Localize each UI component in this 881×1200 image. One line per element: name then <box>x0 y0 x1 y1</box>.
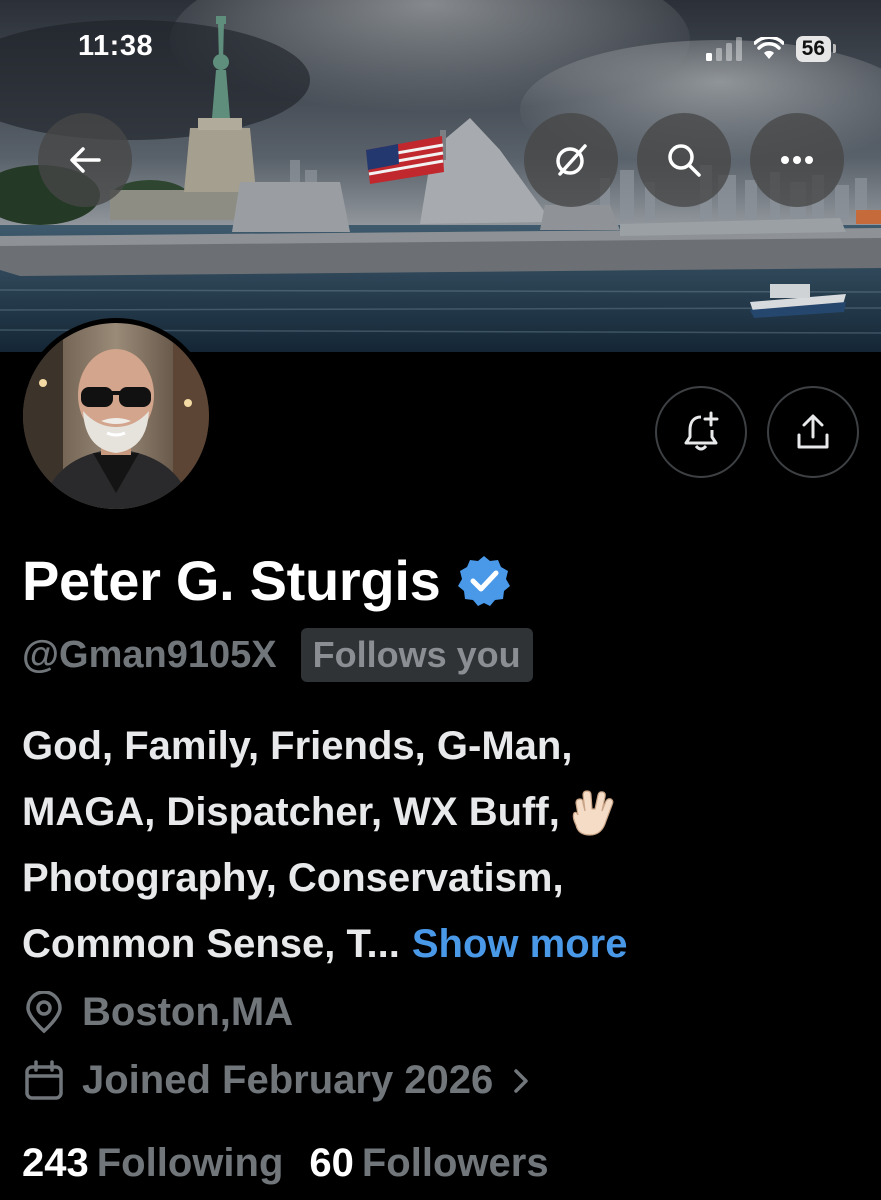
follows-you-badge: Follows you <box>300 628 533 682</box>
bio-line-with-more: Common Sense, T... Show more <box>22 911 872 977</box>
following-count: 243 <box>22 1141 89 1185</box>
signal-icon <box>705 37 742 61</box>
grok-icon <box>556 144 587 176</box>
bio-line: Photography, Conservatism, <box>22 856 564 900</box>
share-icon <box>797 414 829 449</box>
more-button[interactable] <box>750 113 844 207</box>
wifi-icon <box>753 37 784 59</box>
battery-indicator: 56 <box>795 36 837 62</box>
back-arrow-icon <box>70 147 101 173</box>
notify-button[interactable] <box>655 386 747 478</box>
bio-line: Common Sense, T... <box>22 922 400 966</box>
profile-handle: @Gman9105X <box>22 633 277 676</box>
search-icon <box>668 144 701 177</box>
profile-banner[interactable]: 11:38 56 <box>0 0 881 352</box>
status-indicators: 56 <box>705 36 837 62</box>
status-time: 11:38 <box>78 30 154 62</box>
following-stat[interactable]: 243 Following <box>22 1141 283 1186</box>
bio-line: MAGA, Dispatcher, WX Buff, <box>22 790 560 834</box>
profile-joined: Joined February 2026 <box>82 1058 494 1102</box>
followers-count: 60 <box>309 1141 354 1185</box>
bio-line-with-emoji: MAGA, Dispatcher, WX Buff, <box>22 779 872 845</box>
avatar-image <box>23 323 209 509</box>
grok-button[interactable] <box>524 113 618 207</box>
show-more-link[interactable]: Show more <box>412 922 628 966</box>
joined-row[interactable]: Joined February 2026 <box>22 1058 533 1103</box>
calendar-icon <box>25 1059 63 1100</box>
more-icon <box>781 156 813 164</box>
bio-line: God, Family, Friends, G-Man, <box>22 724 573 768</box>
profile-name: Peter G. Sturgis <box>22 549 441 612</box>
verified-badge-icon[interactable] <box>456 553 512 609</box>
avatar[interactable] <box>18 318 214 514</box>
profile-name-row: Peter G. Sturgis <box>22 548 512 613</box>
chevron-right-icon <box>514 1068 529 1093</box>
following-label: Following <box>96 1141 284 1185</box>
handle-row: @Gman9105X Follows you <box>22 628 533 682</box>
vulcan-salute-emoji <box>572 790 614 837</box>
location-pin-icon <box>26 990 62 1033</box>
notification-bell-plus-icon <box>684 411 719 451</box>
followers-label: Followers <box>361 1141 549 1185</box>
share-button[interactable] <box>767 386 859 478</box>
followers-stat[interactable]: 60 Followers <box>309 1141 548 1186</box>
profile-location: Boston,MA <box>82 990 294 1034</box>
back-button[interactable] <box>38 113 132 207</box>
location-row: Boston,MA <box>22 990 293 1035</box>
follow-stats: 243 Following 60 Followers <box>22 1141 575 1186</box>
search-button[interactable] <box>637 113 731 207</box>
profile-bio: God, Family, Friends, G-Man, MAGA, Dispa… <box>22 713 872 977</box>
